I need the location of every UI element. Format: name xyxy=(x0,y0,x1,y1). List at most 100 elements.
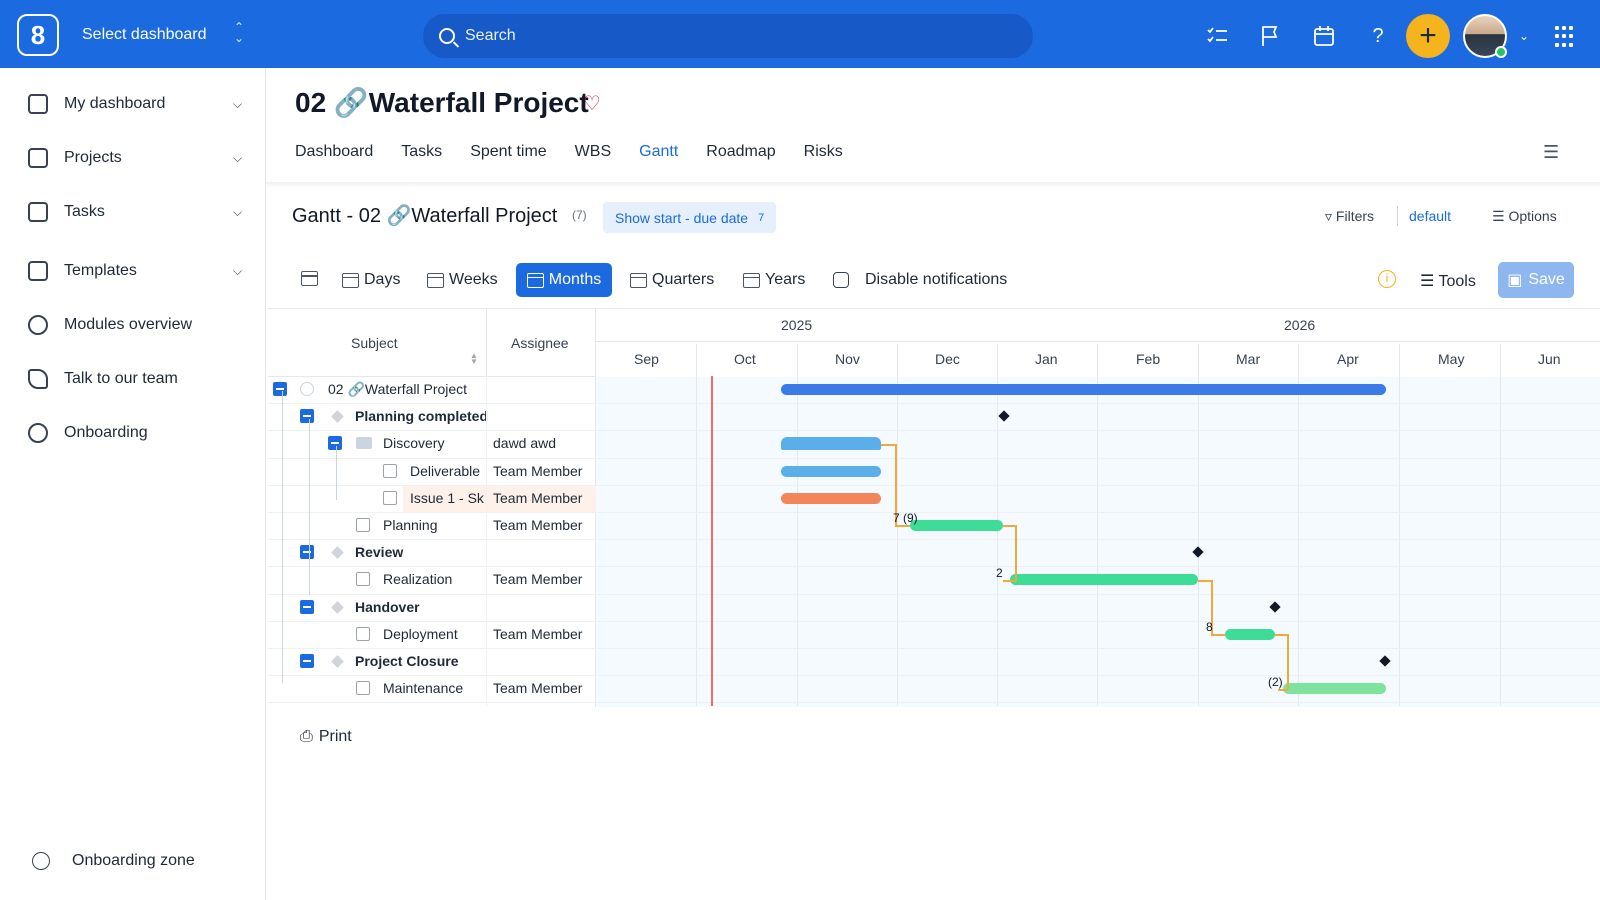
zoom-quarters-button[interactable]: Quarters xyxy=(630,271,714,289)
row-subject[interactable]: Issue 1 - Sk xyxy=(410,490,485,506)
row-subject[interactable]: Deliverable xyxy=(410,463,480,479)
sidebar-item-templates[interactable]: Templates ⌵ xyxy=(28,259,242,283)
month-label: Jun xyxy=(1538,351,1561,367)
flag-icon[interactable] xyxy=(1258,24,1282,48)
row-subject[interactable]: Planning completed xyxy=(355,408,488,424)
row-subject[interactable]: Project Closure xyxy=(355,653,458,669)
info-icon[interactable]: i xyxy=(1378,270,1396,288)
tasklist-icon[interactable] xyxy=(1205,24,1229,48)
chevron-down-icon[interactable]: ⌵ xyxy=(233,264,242,279)
dashboard-select[interactable]: Select dashboard ⌃ ⌄ xyxy=(82,21,244,44)
column-divider[interactable] xyxy=(486,309,487,377)
dependency-connector xyxy=(1287,634,1289,689)
search-input[interactable]: Search xyxy=(423,14,1033,58)
app-logo[interactable]: 8 xyxy=(17,14,59,56)
favorite-heart-icon[interactable]: ♡ xyxy=(583,91,601,116)
row-divider xyxy=(268,539,1600,541)
row-subject[interactable]: Planning xyxy=(383,517,438,533)
calendar-icon xyxy=(342,272,359,288)
row-subject[interactable]: Maintenance xyxy=(383,680,463,696)
row-subject[interactable]: 02 🔗Waterfall Project xyxy=(328,381,467,398)
row-subject[interactable]: Review xyxy=(355,544,403,560)
calendar-icon[interactable] xyxy=(1312,24,1336,48)
sidebar-item-onboarding[interactable]: Onboarding xyxy=(28,421,148,445)
row-subject[interactable]: Deployment xyxy=(383,626,458,642)
disable-notifications-checkbox[interactable] xyxy=(833,272,849,288)
zoom-months-label: Months xyxy=(548,271,602,288)
sidebar-item-talk-to-our-team[interactable]: Talk to our team xyxy=(28,367,178,391)
add-button[interactable]: + xyxy=(1406,14,1450,58)
collapse-toggle-icon[interactable] xyxy=(300,654,314,668)
divider xyxy=(1397,206,1398,226)
zoom-days-button[interactable]: Days xyxy=(342,271,400,289)
tab-tasks[interactable]: Tasks xyxy=(401,143,442,161)
chevron-down-icon[interactable]: ⌄ xyxy=(1512,24,1536,48)
chevron-down-icon[interactable]: ⌵ xyxy=(233,205,242,220)
show-dates-button[interactable]: Show start - due date 7 xyxy=(603,202,777,233)
collapse-toggle-icon[interactable] xyxy=(300,409,314,424)
collapse-toggle-icon[interactable] xyxy=(328,436,342,451)
filter-preset-link[interactable]: default xyxy=(1409,208,1451,224)
dependency-label: 8 xyxy=(1206,620,1213,634)
options-button[interactable]: ☰ Options xyxy=(1492,208,1557,225)
tab-risks[interactable]: Risks xyxy=(804,143,843,161)
info-icon xyxy=(32,852,50,870)
task-icon xyxy=(356,518,370,532)
disable-notifications-label[interactable]: Disable notifications xyxy=(865,271,1007,289)
zoom-weeks-button[interactable]: Weeks xyxy=(427,271,498,289)
tab-roadmap[interactable]: Roadmap xyxy=(706,143,775,161)
project-bar[interactable] xyxy=(781,384,1386,395)
dependency-connector xyxy=(1015,525,1017,580)
planning-bar[interactable] xyxy=(910,520,1003,531)
tools-button[interactable]: ☰ Tools xyxy=(1420,271,1476,291)
dependency-connector xyxy=(881,444,896,446)
help-icon[interactable]: ? xyxy=(1366,24,1390,48)
row-subject[interactable]: Discovery xyxy=(383,435,444,451)
zoom-quarters-label: Quarters xyxy=(652,271,715,288)
row-divider xyxy=(268,457,1600,459)
row-subject[interactable]: Realization xyxy=(383,571,452,587)
deployment-bar[interactable] xyxy=(1225,628,1275,640)
maintenance-bar[interactable] xyxy=(1283,683,1386,695)
issue-bar[interactable] xyxy=(781,492,881,504)
sidebar-item-projects[interactable]: Projects ⌵ xyxy=(28,146,242,170)
apps-grid-icon[interactable] xyxy=(1555,26,1577,48)
row-subject[interactable]: Handover xyxy=(355,599,420,615)
task-icon xyxy=(383,490,397,505)
zoom-months-button[interactable]: Months xyxy=(516,263,612,297)
collapse-toggle-icon[interactable] xyxy=(273,382,287,396)
onboarding-zone-label: Onboarding zone xyxy=(72,852,195,869)
chevron-down-icon[interactable]: ⌵ xyxy=(233,97,242,112)
tab-spent-time[interactable]: Spent time xyxy=(470,143,546,161)
print-button[interactable]: ⎙ Print xyxy=(300,728,352,746)
onboarding-zone-link[interactable]: Onboarding zone xyxy=(32,852,195,870)
sort-icon[interactable]: ▲ ▼ xyxy=(470,352,478,366)
dependency-connector xyxy=(895,525,910,527)
collapse-toggle-icon[interactable] xyxy=(300,599,314,614)
info-icon xyxy=(28,315,48,335)
sidebar-item-my-dashboard[interactable]: My dashboard ⌵ xyxy=(28,92,242,116)
chevron-down-icon[interactable]: ⌵ xyxy=(233,151,242,166)
save-label: Save xyxy=(1528,271,1565,288)
avatar[interactable] xyxy=(1463,14,1507,58)
discovery-bar[interactable] xyxy=(781,437,881,451)
sidebar-item-modules-overview[interactable]: Modules overview xyxy=(28,313,192,337)
column-header-subject[interactable]: Subject xyxy=(351,335,398,351)
task-icon xyxy=(356,681,370,696)
column-header-assignee[interactable]: Assignee xyxy=(511,335,569,351)
sliders-icon[interactable]: ☰ xyxy=(1543,142,1559,163)
realization-bar[interactable] xyxy=(1010,574,1198,586)
row-divider xyxy=(268,675,1600,677)
deliverable-bar[interactable] xyxy=(781,465,881,477)
sidebar-item-tasks[interactable]: Tasks ⌵ xyxy=(28,200,242,224)
tab-dashboard[interactable]: Dashboard xyxy=(295,143,373,161)
filters-label: Filters xyxy=(1335,208,1375,224)
zoom-years-button[interactable]: Years xyxy=(743,271,805,289)
row-divider xyxy=(268,648,1600,649)
tab-gantt[interactable]: Gantt xyxy=(639,143,678,161)
tab-wbs[interactable]: WBS xyxy=(575,143,611,161)
save-button[interactable]: ▣ Save xyxy=(1498,262,1574,298)
today-calendar-button[interactable] xyxy=(301,271,323,286)
collapse-toggle-icon[interactable] xyxy=(300,545,314,560)
filters-button[interactable]: ▿ Filters xyxy=(1325,208,1374,225)
